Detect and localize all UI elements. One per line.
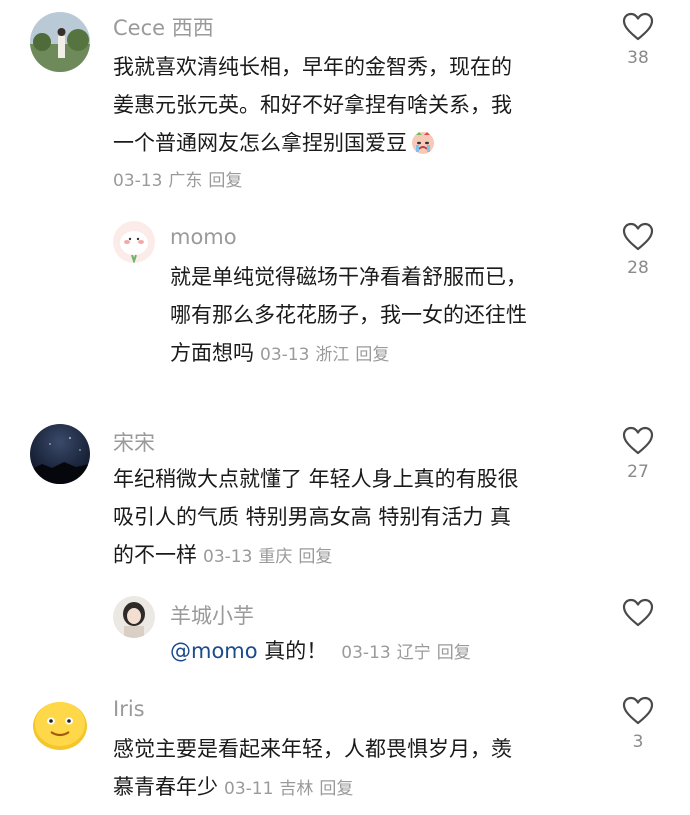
username[interactable]: 宋宋 [113,427,155,457]
comment-text: 我就喜欢清纯长相，早年的金智秀，现在的 姜惠元张元英。和好不好拿捏有啥关系，我 … [113,48,593,200]
avatar[interactable] [30,694,90,754]
comment-line: 年纪稍微大点就懂了 年轻人身上真的有股很 [113,467,519,491]
comment-line-text: 真的！ [264,639,328,663]
username[interactable]: Iris [113,697,145,721]
like-count: 38 [627,48,649,68]
comment-line: 我就喜欢清纯长相，早年的金智秀，现在的 [113,55,512,79]
crying-face-emoji-icon [410,129,436,155]
reply-button[interactable]: 回复 [298,547,332,567]
comment-line: 姜惠元张元英。和好不好拿捏有啥关系，我 [113,93,512,117]
avatar[interactable] [113,596,155,638]
reply-button[interactable]: 回复 [437,643,471,663]
avatar[interactable] [30,424,90,484]
like-button[interactable]: 38 [616,12,660,68]
comment-line-text: 一个普通网友怎么拿捏别国爱豆 [113,131,407,155]
username[interactable]: Cece 西西 [113,12,214,42]
heart-outline-icon[interactable] [622,696,654,726]
comment-line: 的不一样 03-13 重庆 回复 [113,536,593,576]
comment-text: 就是单纯觉得磁场干净看着舒服而已， 哪有那么多花花肠子，我一女的还往性 方面想吗… [170,258,600,374]
comment-date: 03-13 [203,547,253,567]
heart-outline-icon[interactable] [622,426,654,456]
reply-button[interactable]: 回复 [208,171,242,191]
comment-line: 慕青春年少 03-11 吉林 回复 [113,768,593,808]
comment-line: 一个普通网友怎么拿捏别国爱豆 [113,124,593,162]
heart-outline-icon[interactable] [622,222,654,252]
like-button[interactable] [616,598,660,628]
like-button[interactable]: 28 [616,222,660,278]
comment-line: @momo 真的！ 03-13 辽宁 回复 [170,632,600,672]
comment-line: 方面想吗 03-13 浙江 回复 [170,334,600,374]
comment-text: 感觉主要是看起来年轻，人都畏惧岁月，羡 慕青春年少 03-11 吉林 回复 [113,730,593,808]
comment-date: 03-13 [260,345,310,365]
comment-line: 哪有那么多花花肠子，我一女的还往性 [170,303,527,327]
username[interactable]: momo [170,225,237,249]
avatar[interactable] [30,12,90,72]
reply-button[interactable]: 回复 [355,345,389,365]
comment-location: 浙江 [315,345,350,365]
comment-line: 吸引人的气质 特别男高女高 特别有活力 真 [113,505,512,529]
comment-location: 广东 [168,171,203,191]
avatar[interactable] [113,221,155,263]
mention-link[interactable]: @momo [170,639,258,663]
heart-outline-icon[interactable] [622,12,654,42]
like-button[interactable]: 3 [616,696,660,752]
comment-date: 03-13 [113,171,163,191]
comment-date: 03-11 [224,779,274,799]
comment-line-text: 方面想吗 [170,341,254,365]
comment-location: 重庆 [258,547,293,567]
comment-location: 吉林 [279,779,314,799]
like-count: 28 [627,258,649,278]
comment-text: 年纪稍微大点就懂了 年轻人身上真的有股很 吸引人的气质 特别男高女高 特别有活力… [113,460,593,576]
like-count: 27 [627,462,649,482]
comment-date: 03-13 [341,643,391,663]
username[interactable]: 羊城小芋 [170,600,254,630]
heart-outline-icon[interactable] [622,598,654,628]
like-count: 3 [632,732,644,752]
comment-line-text: 的不一样 [113,543,197,567]
comment-line-text: 慕青春年少 [113,775,218,799]
comment-location: 辽宁 [396,643,431,663]
comment-line: 感觉主要是看起来年轻，人都畏惧岁月，羡 [113,737,512,761]
reply-button[interactable]: 回复 [319,779,353,799]
comment-line: 就是单纯觉得磁场干净看着舒服而已， [170,265,527,289]
like-button[interactable]: 27 [616,426,660,482]
comment-text: @momo 真的！ 03-13 辽宁 回复 [170,632,600,672]
